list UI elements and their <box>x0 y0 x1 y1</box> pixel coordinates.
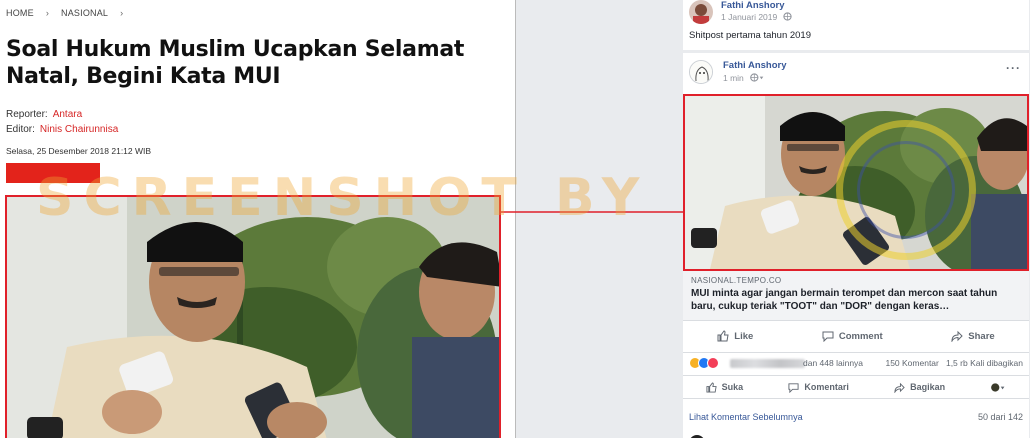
thumbs-up-icon <box>706 381 717 393</box>
audience-selector-icon[interactable] <box>749 73 765 82</box>
breadcrumb: HOME › NASIONAL › <box>6 8 135 18</box>
suka-label: Suka <box>721 382 744 392</box>
reporter-label: Reporter: <box>6 109 48 120</box>
comment-preview-cutoff <box>689 431 889 438</box>
comment-label: Comment <box>838 330 883 342</box>
shared-link-photo[interactable] <box>683 94 1029 271</box>
post-timestamp[interactable]: 1 Januari 2019 <box>721 12 792 22</box>
article-photo-image <box>7 197 499 438</box>
bagikan-button[interactable]: Bagikan <box>894 382 945 393</box>
like-label: Like <box>734 330 754 342</box>
article-photo <box>5 195 501 438</box>
post-time-label: 1 min <box>723 73 744 83</box>
editor-name[interactable]: Ninis Chairunnisa <box>40 124 118 135</box>
share-icon <box>951 330 963 342</box>
facebook-panel: Fathi Anshory 1 Januari 2019 Shitpost pe… <box>516 0 1030 438</box>
comment-icon <box>822 331 834 342</box>
avatar[interactable] <box>689 0 713 24</box>
avatar[interactable] <box>689 60 713 84</box>
link-domain: NASIONAL.TEMPO.CO <box>691 276 782 285</box>
page-avatar-dropdown-icon <box>991 382 1005 392</box>
suka-button[interactable]: Suka <box>706 381 744 393</box>
article-title: Soal Hukum Muslim Ucapkan Selamat Natal,… <box>6 37 465 89</box>
reaction-as-selector[interactable] <box>990 382 1006 393</box>
share-label: Share <box>968 330 995 342</box>
editor-line: Editor: Ninis Chairunnisa <box>6 124 118 135</box>
share-icon <box>894 382 905 393</box>
reporter-name[interactable]: Antara <box>53 109 82 120</box>
post-stats: 150 Komentar 1,5 rb Kali dibagikan <box>885 358 1023 368</box>
link-title[interactable]: MUI minta agar jangan bermain terompet d… <box>691 288 1023 313</box>
chevron-right-icon: › <box>45 8 50 18</box>
facebook-post-previous: Fathi Anshory 1 Januari 2019 Shitpost pe… <box>683 0 1029 50</box>
globe-icon <box>782 12 792 21</box>
shared-photo-image <box>685 96 1027 269</box>
reaction-icons[interactable] <box>689 357 719 369</box>
thumbs-up-icon <box>717 330 729 342</box>
like-button[interactable]: Like <box>717 330 753 342</box>
post-author[interactable]: Fathi Anshory <box>723 60 787 71</box>
comment-button[interactable]: Comment <box>822 330 883 342</box>
breadcrumb-nasional[interactable]: NASIONAL <box>61 8 108 18</box>
reactor-names-blurred <box>730 359 805 368</box>
link-preview[interactable]: NASIONAL.TEMPO.CO MUI minta agar jangan … <box>683 271 1029 321</box>
comments-header: Lihat Komentar Sebelumnya 50 dari 142 <box>689 412 1023 422</box>
comments-count[interactable]: 150 Komentar <box>885 358 938 368</box>
comment-icon <box>788 382 799 393</box>
post-time-label: 1 Januari 2019 <box>721 12 778 22</box>
facebook-post-shared-link: Fathi Anshory 1 min ··· NASIONAL.TEMPO.C… <box>683 53 1029 438</box>
news-article-panel: HOME › NASIONAL › Soal Hukum Muslim Ucap… <box>0 0 515 438</box>
reactions-others[interactable]: dan 448 lainnya <box>803 358 863 368</box>
komentari-label: Komentari <box>804 382 849 392</box>
article-date: Selasa, 25 Desember 2018 21:12 WIB <box>6 146 152 156</box>
view-previous-comments-link[interactable]: Lihat Komentar Sebelumnya <box>689 412 803 422</box>
reporter-line: Reporter: Antara <box>6 109 82 120</box>
post-text: Shitpost pertama tahun 2019 <box>689 30 812 41</box>
share-button[interactable]: Share <box>951 330 995 342</box>
love-reaction-icon <box>707 357 719 369</box>
post-timestamp[interactable]: 1 min <box>723 73 765 83</box>
comments-progress: 50 dari 142 <box>977 412 1023 422</box>
reactions-summary: dan 448 lainnya 150 Komentar 1,5 rb Kali… <box>683 352 1029 372</box>
more-options-button[interactable]: ··· <box>1006 61 1021 75</box>
editor-label: Editor: <box>6 124 35 135</box>
shares-count[interactable]: 1,5 rb Kali dibagikan <box>946 358 1023 368</box>
category-tag-redacted <box>6 163 100 183</box>
breadcrumb-home[interactable]: HOME <box>6 8 34 18</box>
bagikan-label: Bagikan <box>910 382 946 392</box>
post-action-bar: Like Comment Share <box>683 325 1029 347</box>
post-author[interactable]: Fathi Anshory <box>721 0 785 11</box>
chevron-right-icon: › <box>120 8 124 18</box>
komentari-button[interactable]: Komentari <box>788 382 849 393</box>
post-action-bar-secondary: Suka Komentari Bagikan <box>683 375 1029 399</box>
